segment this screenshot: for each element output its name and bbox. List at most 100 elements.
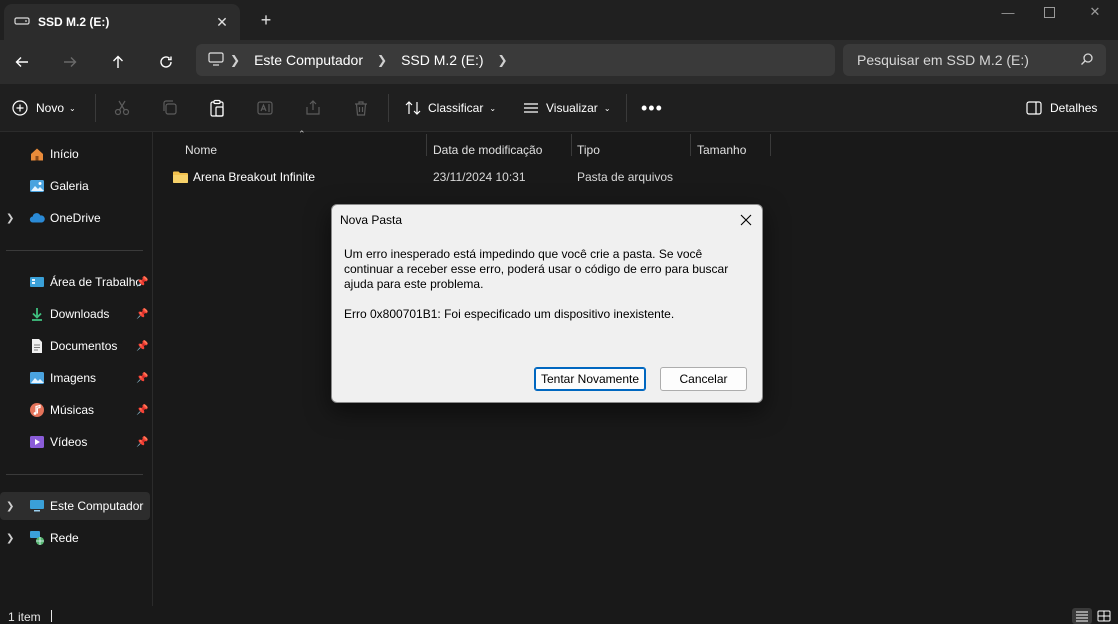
chevron-right-icon[interactable]: ❯ xyxy=(6,533,14,544)
pin-icon[interactable]: 📌 xyxy=(136,309,148,320)
error-dialog: Nova Pasta Um erro inesperado está imped… xyxy=(331,204,763,403)
sidebar-item-inicio[interactable]: Início xyxy=(0,140,150,168)
sidebar-item-downloads[interactable]: Downloads 📌 xyxy=(0,300,150,328)
chevron-right-icon[interactable]: ❯ xyxy=(498,53,508,67)
close-window-button[interactable]: ✕ xyxy=(1072,0,1118,24)
pin-icon[interactable]: 📌 xyxy=(136,341,148,352)
view-label: Visualizar xyxy=(546,101,598,115)
status-divider xyxy=(51,610,52,622)
copy-icon xyxy=(163,100,177,115)
new-tab-button[interactable]: + xyxy=(256,10,276,30)
network-icon xyxy=(29,530,45,546)
divider xyxy=(6,474,143,475)
sidebar-item-rede[interactable]: ❯ Rede xyxy=(0,524,150,552)
chevron-right-icon[interactable]: ❯ xyxy=(6,501,14,512)
file-date: 23/11/2024 10:31 xyxy=(433,170,526,184)
sidebar-item-videos[interactable]: Vídeos 📌 xyxy=(0,428,150,456)
breadcrumb-ssd[interactable]: SSD M.2 (E:) xyxy=(401,52,483,68)
column-separator[interactable] xyxy=(426,134,427,156)
chevron-down-icon: ⌄ xyxy=(69,103,76,113)
sidebar-item-label: Vídeos xyxy=(50,435,88,449)
sidebar-item-imagens[interactable]: Imagens 📌 xyxy=(0,364,150,392)
column-separator[interactable] xyxy=(770,134,771,156)
desktop-icon xyxy=(29,274,45,290)
rename-button[interactable] xyxy=(256,94,274,122)
sidebar-item-label: Documentos xyxy=(50,339,118,353)
tiles-view-icon xyxy=(1097,610,1111,622)
dialog-title: Nova Pasta xyxy=(340,213,403,227)
chevron-right-icon[interactable]: ❯ xyxy=(377,53,387,67)
sidebar-item-label: OneDrive xyxy=(50,211,101,225)
sidebar-item-musicas[interactable]: Músicas 📌 xyxy=(0,396,150,424)
chevron-right-icon[interactable]: ❯ xyxy=(6,213,14,224)
maximize-button[interactable] xyxy=(1026,0,1072,24)
sidebar-item-label: Galeria xyxy=(50,179,89,193)
breadcrumb-este-computador[interactable]: Este Computador xyxy=(254,52,363,68)
scissors-icon xyxy=(114,100,130,116)
search-input[interactable]: Pesquisar em SSD M.2 (E:) xyxy=(843,44,1106,76)
sidebar-item-este-computador[interactable]: ❯ Este Computador xyxy=(0,492,150,520)
refresh-icon xyxy=(160,56,172,68)
sidebar-item-onedrive[interactable]: ❯ OneDrive xyxy=(0,204,150,232)
sidebar-item-area-de-trabalho[interactable]: Área de Trabalho 📌 xyxy=(0,268,150,296)
up-button[interactable] xyxy=(104,48,132,76)
tab-ssd[interactable]: SSD M.2 (E:) ✕ xyxy=(4,4,240,40)
download-icon xyxy=(29,306,45,322)
column-separator[interactable] xyxy=(690,134,691,156)
close-icon xyxy=(740,214,752,226)
address-bar[interactable]: ❯ Este Computador ❯ SSD M.2 (E:) ❯ xyxy=(196,44,835,76)
details-view-icon xyxy=(1076,611,1088,622)
retry-button[interactable]: Tentar Novamente xyxy=(534,367,646,391)
plus-circle-icon xyxy=(12,100,28,116)
computer-icon xyxy=(208,51,224,69)
sidebar-item-galeria[interactable]: Galeria xyxy=(0,172,150,200)
pin-icon[interactable]: 📌 xyxy=(136,405,148,416)
share-button[interactable] xyxy=(304,94,322,122)
sidebar-item-label: Músicas xyxy=(50,403,95,417)
paste-button[interactable] xyxy=(208,94,226,122)
sidebar-item-label: Imagens xyxy=(50,371,97,385)
onedrive-icon xyxy=(29,210,45,226)
details-label: Detalhes xyxy=(1050,101,1098,115)
tab-title: SSD M.2 (E:) xyxy=(38,15,110,29)
column-header-date[interactable]: Data de modificação xyxy=(433,138,542,162)
arrow-right-icon xyxy=(64,57,77,67)
tab-strip: SSD M.2 (E:) ✕ + — ✕ xyxy=(0,0,1118,40)
rename-icon xyxy=(257,101,273,115)
more-options-icon[interactable]: ••• xyxy=(641,94,663,122)
minimize-button[interactable]: — xyxy=(985,0,1031,24)
forward-button[interactable] xyxy=(56,48,84,76)
back-button[interactable] xyxy=(8,48,36,76)
chevron-right-icon[interactable]: ❯ xyxy=(230,53,240,67)
details-view-button[interactable] xyxy=(1072,608,1092,624)
close-tab-icon[interactable]: ✕ xyxy=(212,12,232,32)
folder-icon xyxy=(172,169,189,185)
drive-icon xyxy=(14,15,30,30)
pin-icon[interactable]: 📌 xyxy=(136,277,148,288)
sidebar-item-documentos[interactable]: Documentos 📌 xyxy=(0,332,150,360)
column-separator[interactable] xyxy=(571,134,572,156)
refresh-button[interactable] xyxy=(152,48,180,76)
cut-button[interactable] xyxy=(113,94,131,122)
chevron-down-icon: ⌄ xyxy=(489,103,497,113)
tiles-view-button[interactable] xyxy=(1094,608,1114,624)
details-button[interactable]: Detalhes xyxy=(1026,94,1097,122)
column-header-type[interactable]: Tipo xyxy=(577,138,600,162)
sort-button[interactable]: Classificar ⌄ xyxy=(404,94,496,122)
column-header-name[interactable]: Nome xyxy=(185,138,217,162)
delete-button[interactable] xyxy=(352,94,370,122)
new-button[interactable]: Novo ⌄ xyxy=(12,94,76,122)
share-icon xyxy=(306,100,320,115)
close-dialog-button[interactable] xyxy=(736,210,756,230)
divider xyxy=(95,94,96,122)
view-button[interactable]: Visualizar ⌄ xyxy=(522,94,611,122)
trash-icon xyxy=(355,101,367,116)
column-header-size[interactable]: Tamanho xyxy=(697,138,746,162)
cancel-button[interactable]: Cancelar xyxy=(660,367,747,391)
clipboard-icon xyxy=(210,99,224,117)
pin-icon[interactable]: 📌 xyxy=(136,373,148,384)
pin-icon[interactable]: 📌 xyxy=(136,437,148,448)
arrow-up-icon xyxy=(113,55,123,68)
navigation-bar: ❯ Este Computador ❯ SSD M.2 (E:) ❯ Pesqu… xyxy=(0,40,1118,84)
copy-button[interactable] xyxy=(161,94,179,122)
